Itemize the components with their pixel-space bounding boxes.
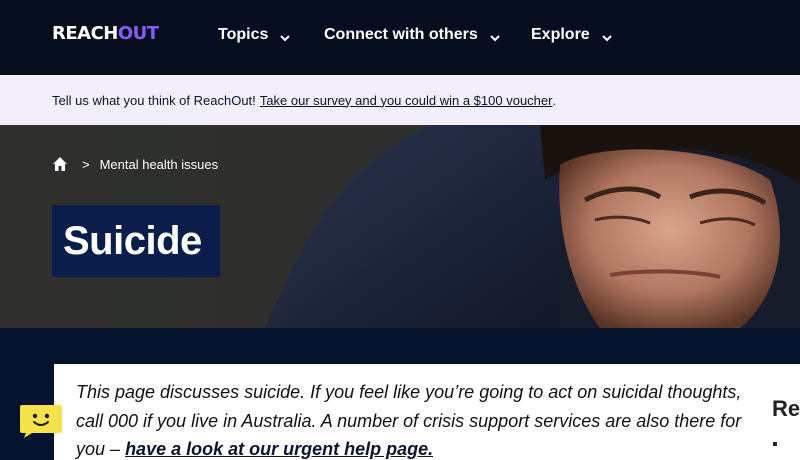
breadcrumb: > Mental health issues: [52, 156, 218, 172]
breadcrumb-mental-health-issues[interactable]: Mental health issues: [100, 157, 219, 172]
survey-banner-suffix: .: [552, 92, 557, 108]
page-title-box: Suicide: [52, 205, 220, 277]
logo-text-out: OUT: [117, 23, 159, 44]
survey-banner-text: Tell us what you think of ReachOut!: [52, 92, 256, 108]
reachout-logo[interactable]: REACHOUT: [52, 23, 159, 44]
sidebar-bullet: ▪: [772, 436, 778, 453]
survey-link[interactable]: Take our survey and you could win a $100…: [260, 93, 553, 108]
page-title: Suicide: [63, 218, 202, 263]
chevron-down-icon: [490, 35, 500, 42]
hero-section: > Mental health issues Suicide: [0, 125, 800, 328]
breadcrumb-separator: >: [82, 156, 90, 172]
nav-connect-label: Connect with others: [324, 26, 478, 43]
nav-explore[interactable]: Explore: [531, 24, 614, 46]
nav-topics[interactable]: Topics: [218, 24, 292, 46]
suicide-warning-notice: This page discusses suicide. If you feel…: [54, 364, 752, 460]
notice-text: This page discusses suicide. If you feel…: [76, 378, 746, 460]
nav-connect-with-others[interactable]: Connect with others: [324, 24, 502, 46]
sidebar-clip: Re ▪: [752, 364, 800, 460]
survey-banner: Tell us what you think of ReachOut! Take…: [0, 75, 800, 125]
home-icon[interactable]: [52, 156, 68, 172]
chevron-down-icon: [601, 35, 612, 42]
sidebar-heading: Re: [772, 396, 800, 421]
urgent-help-link[interactable]: have a look at our urgent help page.: [125, 439, 433, 459]
chevron-down-icon: [280, 35, 291, 42]
nav-explore-label: Explore: [531, 26, 590, 43]
nav-topics-label: Topics: [218, 26, 269, 43]
smiley-chat-icon[interactable]: [18, 403, 64, 439]
top-navigation: REACHOUT Topics Connect with others Expl…: [0, 0, 800, 75]
logo-text-reach: REACH: [52, 23, 118, 44]
content-area: This page discusses suicide. If you feel…: [0, 328, 800, 460]
